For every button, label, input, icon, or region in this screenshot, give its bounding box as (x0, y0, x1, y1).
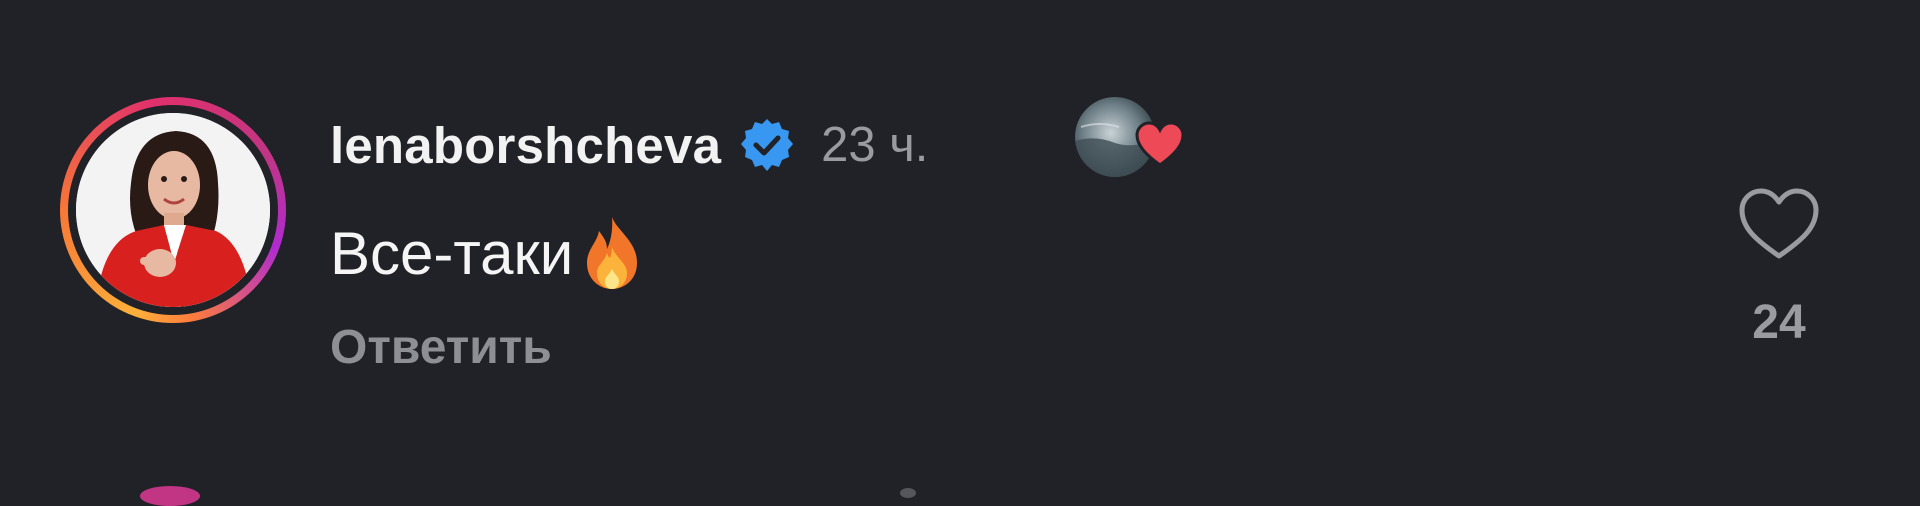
next-comment-avatar-edge (140, 486, 200, 506)
username[interactable]: lenaborshcheva (330, 116, 721, 175)
comment-text: Все-таки (330, 219, 574, 287)
reply-button[interactable]: Ответить (330, 320, 552, 375)
comment-item: lenaborshcheva 23 ч. Все-таки Ответить 2… (0, 0, 1920, 506)
fire-icon (577, 213, 647, 293)
heart-filled-icon (1135, 121, 1185, 167)
avatar-image (76, 113, 270, 307)
comment-header: lenaborshcheva 23 ч. (330, 110, 928, 180)
comment-body: Все-таки (330, 213, 647, 293)
heart-outline-icon[interactable] (1738, 186, 1820, 262)
story-ring[interactable] (60, 97, 286, 323)
like-count: 24 (1752, 296, 1806, 349)
verified-badge-icon (739, 117, 795, 173)
next-comment-edge (900, 488, 916, 498)
avatar[interactable] (76, 113, 270, 307)
comment-timestamp: 23 ч. (821, 118, 929, 172)
author-liked-indicator (1075, 97, 1185, 183)
